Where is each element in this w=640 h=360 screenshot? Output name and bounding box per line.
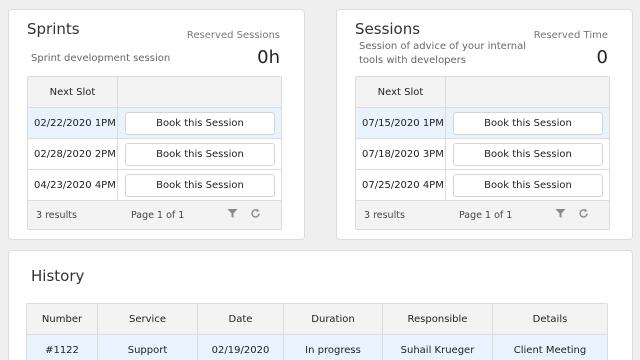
history-table: Number Service Date Duration Responsible… bbox=[26, 303, 608, 360]
sprints-reserved-label: Reserved Sessions bbox=[186, 30, 280, 41]
filter-icon[interactable] bbox=[227, 208, 238, 222]
sessions-slot-table: Next Slot 07/15/2020 1PM Book this Sessi… bbox=[355, 76, 610, 230]
results-count: 3 results bbox=[36, 209, 77, 221]
table-row[interactable]: 02/22/2020 1PM Book this Session bbox=[28, 108, 281, 139]
slot-date: 07/18/2020 3PM bbox=[356, 139, 446, 169]
page-indicator: Page 1 of 1 bbox=[131, 209, 185, 221]
table-row[interactable]: 02/28/2020 2PM Book this Session bbox=[28, 139, 281, 170]
slot-date: 04/23/2020 4PM bbox=[28, 170, 118, 200]
sprints-title: Sprints bbox=[27, 20, 80, 38]
table-footer: 3 results Page 1 of 1 bbox=[356, 201, 609, 229]
sessions-reserved-value: 0 bbox=[596, 47, 608, 68]
column-header-responsible[interactable]: Responsible bbox=[383, 304, 493, 334]
sessions-card: Sessions Session of advice of your inter… bbox=[336, 9, 633, 240]
refresh-icon[interactable] bbox=[250, 208, 261, 222]
sessions-description-line2: tools with developers bbox=[359, 55, 467, 66]
cell-number: #1122 bbox=[27, 335, 98, 360]
book-session-button[interactable]: Book this Session bbox=[453, 142, 603, 166]
next-slot-header: Next Slot bbox=[28, 77, 118, 107]
book-session-button[interactable]: Book this Session bbox=[125, 111, 275, 135]
table-header: Next Slot bbox=[28, 77, 281, 108]
sprints-slot-table: Next Slot 02/22/2020 1PM Book this Sessi… bbox=[27, 76, 282, 230]
book-session-button[interactable]: Book this Session bbox=[125, 173, 275, 197]
table-header: Next Slot bbox=[356, 77, 609, 108]
book-session-button[interactable]: Book this Session bbox=[453, 173, 603, 197]
cell-date: 02/19/2020 bbox=[198, 335, 284, 360]
slot-date: 07/15/2020 1PM bbox=[356, 108, 446, 138]
table-row[interactable]: 07/25/2020 4PM Book this Session bbox=[356, 170, 609, 201]
table-header: Number Service Date Duration Responsible… bbox=[27, 304, 607, 335]
cell-service: Support bbox=[98, 335, 198, 360]
column-header-details[interactable]: Details bbox=[493, 304, 607, 334]
sprints-reserved-value: 0h bbox=[257, 47, 280, 68]
table-row[interactable]: 07/15/2020 1PM Book this Session bbox=[356, 108, 609, 139]
next-slot-header: Next Slot bbox=[356, 77, 446, 107]
column-header-number[interactable]: Number bbox=[27, 304, 98, 334]
column-header-duration[interactable]: Duration bbox=[284, 304, 383, 334]
sprints-card: Sprints Sprint development session Reser… bbox=[8, 9, 305, 240]
sessions-reserved-label: Reserved Time bbox=[533, 30, 608, 41]
column-header-date[interactable]: Date bbox=[198, 304, 284, 334]
results-count: 3 results bbox=[364, 209, 405, 221]
table-row[interactable]: 04/23/2020 4PM Book this Session bbox=[28, 170, 281, 201]
book-session-button[interactable]: Book this Session bbox=[453, 111, 603, 135]
slot-date: 02/22/2020 1PM bbox=[28, 108, 118, 138]
slot-date: 07/25/2020 4PM bbox=[356, 170, 446, 200]
book-session-button[interactable]: Book this Session bbox=[125, 142, 275, 166]
cell-duration: In progress bbox=[284, 335, 383, 360]
cell-details: Client Meeting bbox=[513, 345, 587, 356]
cell-responsible: Suhail Krueger bbox=[383, 335, 493, 360]
history-title: History bbox=[31, 267, 85, 285]
sessions-title: Sessions bbox=[355, 20, 421, 38]
sessions-description-line1: Session of advice of your internal bbox=[359, 41, 527, 52]
page-indicator: Page 1 of 1 bbox=[459, 209, 513, 221]
table-row[interactable]: #1122 Support 02/19/2020 In progress Suh… bbox=[27, 335, 607, 360]
table-footer: 3 results Page 1 of 1 bbox=[28, 201, 281, 229]
filter-icon[interactable] bbox=[555, 208, 566, 222]
column-header-service[interactable]: Service bbox=[98, 304, 198, 334]
refresh-icon[interactable] bbox=[578, 208, 589, 222]
table-row[interactable]: 07/18/2020 3PM Book this Session bbox=[356, 139, 609, 170]
sprints-description: Sprint development session bbox=[31, 53, 171, 64]
slot-date: 02/28/2020 2PM bbox=[28, 139, 118, 169]
